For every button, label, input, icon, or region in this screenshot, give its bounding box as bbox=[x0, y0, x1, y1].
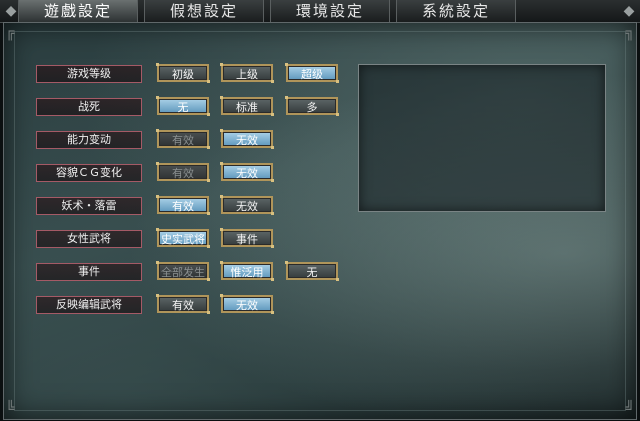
setting-label-events: 事件 bbox=[36, 263, 142, 281]
corner-ornament-icon: ╗ bbox=[625, 25, 634, 41]
tab-hypothetical-settings[interactable]: 假想設定 bbox=[144, 0, 264, 22]
setting-label-death: 战死 bbox=[36, 98, 142, 116]
corner-ornament-icon: ╝ bbox=[625, 401, 634, 417]
option-none-button[interactable]: 无 bbox=[156, 96, 210, 116]
option-none-button[interactable]: 无 bbox=[285, 261, 339, 281]
option-standard-button[interactable]: 标准 bbox=[220, 96, 274, 116]
option-event-button[interactable]: 事件 bbox=[220, 228, 274, 248]
setting-label-edited-generals: 反映编辑武将 bbox=[36, 296, 142, 314]
option-disabled-button[interactable]: 无效 bbox=[220, 294, 274, 314]
option-historical-button[interactable]: 史实武将 bbox=[156, 228, 210, 248]
setting-label-game-level: 游戏等级 bbox=[36, 65, 142, 83]
option-disabled-button[interactable]: 无效 bbox=[220, 195, 274, 215]
option-enabled-button[interactable]: 有效 bbox=[156, 129, 210, 149]
tab-game-settings[interactable]: 遊戲設定 bbox=[18, 0, 138, 22]
tab-system-settings[interactable]: 系統設定 bbox=[396, 0, 516, 22]
option-all-occur-button[interactable]: 全部发生 bbox=[156, 261, 210, 281]
corner-ornament-icon: ╔ bbox=[6, 25, 15, 41]
setting-label-sorcery-lightning: 妖术・落雷 bbox=[36, 197, 142, 215]
option-enabled-button[interactable]: 有效 bbox=[156, 195, 210, 215]
corner-ornament-icon: ╚ bbox=[6, 401, 15, 417]
setting-label-female-generals: 女性武将 bbox=[36, 230, 142, 248]
setting-label-appearance-cg: 容貌ＣＧ变化 bbox=[36, 164, 142, 182]
option-many-button[interactable]: 多 bbox=[285, 96, 339, 116]
option-disabled-button[interactable]: 无效 bbox=[220, 129, 274, 149]
setting-label-ability-change: 能力变动 bbox=[36, 131, 142, 149]
tab-environment-settings[interactable]: 環境設定 bbox=[270, 0, 390, 22]
option-generic-only-button[interactable]: 惟泛用 bbox=[220, 261, 274, 281]
option-beginner-button[interactable]: 初级 bbox=[156, 63, 210, 83]
option-expert-button[interactable]: 超级 bbox=[285, 63, 339, 83]
option-enabled-button[interactable]: 有效 bbox=[156, 162, 210, 182]
corner-ornament-icon: ◆ bbox=[623, 3, 635, 19]
option-disabled-button[interactable]: 无效 bbox=[220, 162, 274, 182]
option-enabled-button[interactable]: 有效 bbox=[156, 294, 210, 314]
option-advanced-button[interactable]: 上级 bbox=[220, 63, 274, 83]
preview-panel bbox=[358, 64, 606, 212]
tab-bar: ◆ 遊戲設定 假想設定 環境設定 系統設定 ◆ bbox=[0, 0, 640, 23]
